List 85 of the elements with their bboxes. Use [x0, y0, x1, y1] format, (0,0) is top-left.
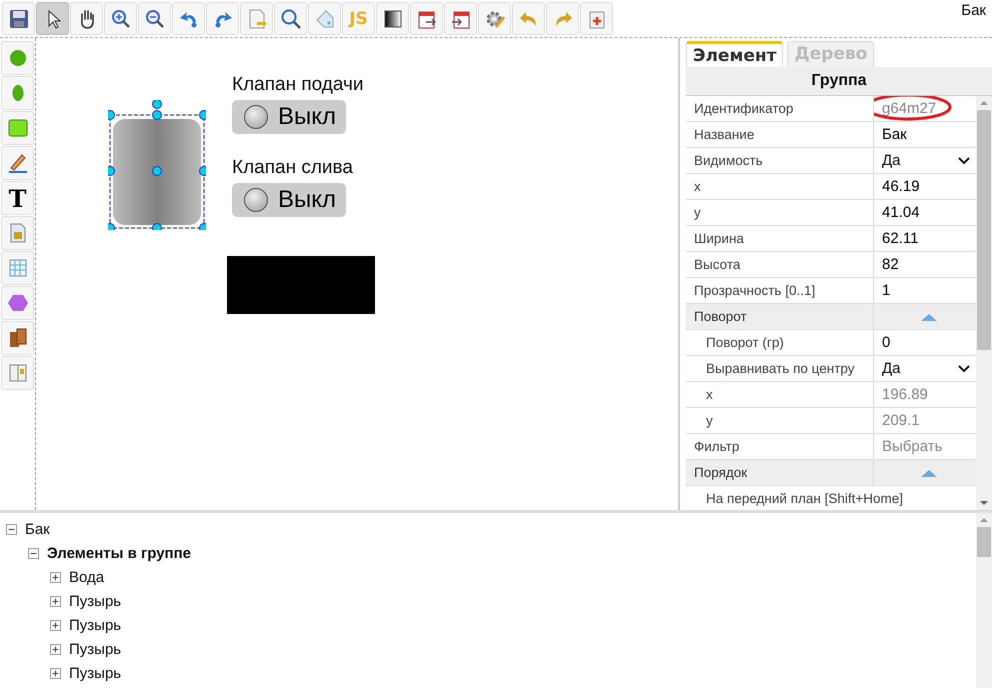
section-row[interactable]: Поворот: [686, 304, 976, 330]
property-value: 209.1: [881, 411, 921, 431]
toolbar-button[interactable]: [70, 2, 103, 35]
text-tool-label: T: [8, 184, 26, 212]
toolbar-button[interactable]: [376, 2, 409, 35]
hexagon-icon: [6, 292, 28, 314]
collapse-arrow-icon[interactable]: [921, 312, 937, 320]
table-icon: [6, 257, 28, 279]
rectangle-icon: [6, 117, 28, 139]
floppy-icon: [8, 8, 30, 30]
panel-header: Группа: [686, 67, 992, 96]
property-value: 196.89: [881, 385, 929, 405]
shape-tool-button[interactable]: T: [1, 181, 34, 215]
property-value[interactable]: 46.19: [874, 174, 976, 199]
property-label: Порядок: [686, 460, 874, 485]
chevron-icon: [958, 156, 970, 164]
property-value[interactable]: 1: [874, 278, 976, 303]
property-dropdown[interactable]: Да: [874, 148, 976, 173]
property-label: Высота: [686, 252, 874, 277]
switch-label: Клапан подачи: [232, 74, 364, 96]
property-value[interactable]: 0: [874, 330, 976, 355]
shape-tool-button[interactable]: [1, 146, 34, 180]
toolbar-button[interactable]: [36, 2, 69, 35]
property-dropdown[interactable]: Да: [874, 356, 976, 381]
shape-tool-button[interactable]: [1, 321, 34, 355]
tree-item[interactable]: Элементы в группе: [47, 544, 192, 562]
tree-item[interactable]: Пузырь: [69, 616, 122, 634]
gradient-icon: [382, 8, 404, 30]
section-row[interactable]: Порядок: [686, 460, 976, 486]
scrollbar[interactable]: [976, 96, 992, 510]
property-label: Ширина: [686, 226, 874, 251]
toggle-switch[interactable]: Выкл: [232, 183, 346, 217]
menu-action[interactable]: На передний план [Shift+Home]: [686, 486, 976, 510]
property-label: Название: [686, 122, 874, 147]
toggle-switch[interactable]: Выкл: [232, 100, 346, 134]
expand-icon[interactable]: [50, 620, 61, 630]
tag-icon: [314, 8, 336, 30]
toolbar-button[interactable]: [2, 2, 35, 35]
property-label: Идентификатор: [686, 96, 874, 121]
shape-tool-button[interactable]: [1, 111, 34, 145]
js-label: JS: [349, 8, 368, 28]
switch-label: Клапан слива: [232, 157, 353, 179]
shape-tool-button[interactable]: [1, 216, 34, 250]
property-value[interactable]: 62.11: [874, 226, 976, 251]
property-label: Видимость: [686, 148, 874, 173]
property-label: x: [686, 382, 874, 407]
collapse-arrow-icon[interactable]: [921, 468, 937, 476]
document-title: Бак: [961, 2, 986, 19]
property-label: y: [686, 408, 874, 433]
property-label: Прозрачность [0..1]: [686, 278, 874, 303]
expand-icon[interactable]: [50, 596, 61, 606]
property-value: g64m27: [874, 96, 976, 121]
collapse-icon[interactable]: [6, 524, 17, 534]
expand-icon[interactable]: [50, 668, 61, 678]
property-value[interactable]: Бак: [874, 122, 976, 147]
chevron-icon: [958, 364, 970, 372]
scrollbar-thumb[interactable]: [977, 527, 991, 557]
expand-icon[interactable]: [50, 644, 61, 654]
property-label: x: [686, 174, 874, 199]
property-label: Фильтр: [686, 434, 874, 459]
book-icon: [6, 362, 28, 384]
zoom-out-icon: [144, 8, 166, 30]
scrollbar-thumb[interactable]: [977, 110, 991, 350]
tree-item[interactable]: Пузырь: [69, 664, 122, 682]
zoom-in-icon: [110, 8, 132, 30]
tree-item[interactable]: Бак: [25, 520, 50, 538]
property-value[interactable]: 41.04: [874, 200, 976, 225]
expand-icon[interactable]: [50, 572, 61, 582]
scrollbar[interactable]: [976, 513, 992, 688]
property-label: Поворот: [686, 304, 874, 329]
panel-tab[interactable]: Элемент: [686, 41, 784, 67]
collapse-icon[interactable]: [28, 548, 39, 558]
tree-item[interactable]: Пузырь: [69, 640, 122, 658]
property-value[interactable]: 82: [874, 252, 976, 277]
shape-tool-button[interactable]: [1, 286, 34, 320]
search-icon: [280, 8, 302, 30]
shape-tool-button[interactable]: [1, 356, 34, 390]
property-label: Поворот (гр): [686, 330, 874, 355]
pencil-icon: [6, 152, 28, 174]
property-label: y: [686, 200, 874, 225]
tree-item[interactable]: Вода: [69, 568, 104, 586]
tree-item[interactable]: Пузырь: [69, 592, 122, 610]
tank-drawing[interactable]: [108, 100, 206, 230]
property-value: Выбрать: [881, 437, 944, 457]
property-label: Выравнивать по центру: [686, 356, 874, 381]
